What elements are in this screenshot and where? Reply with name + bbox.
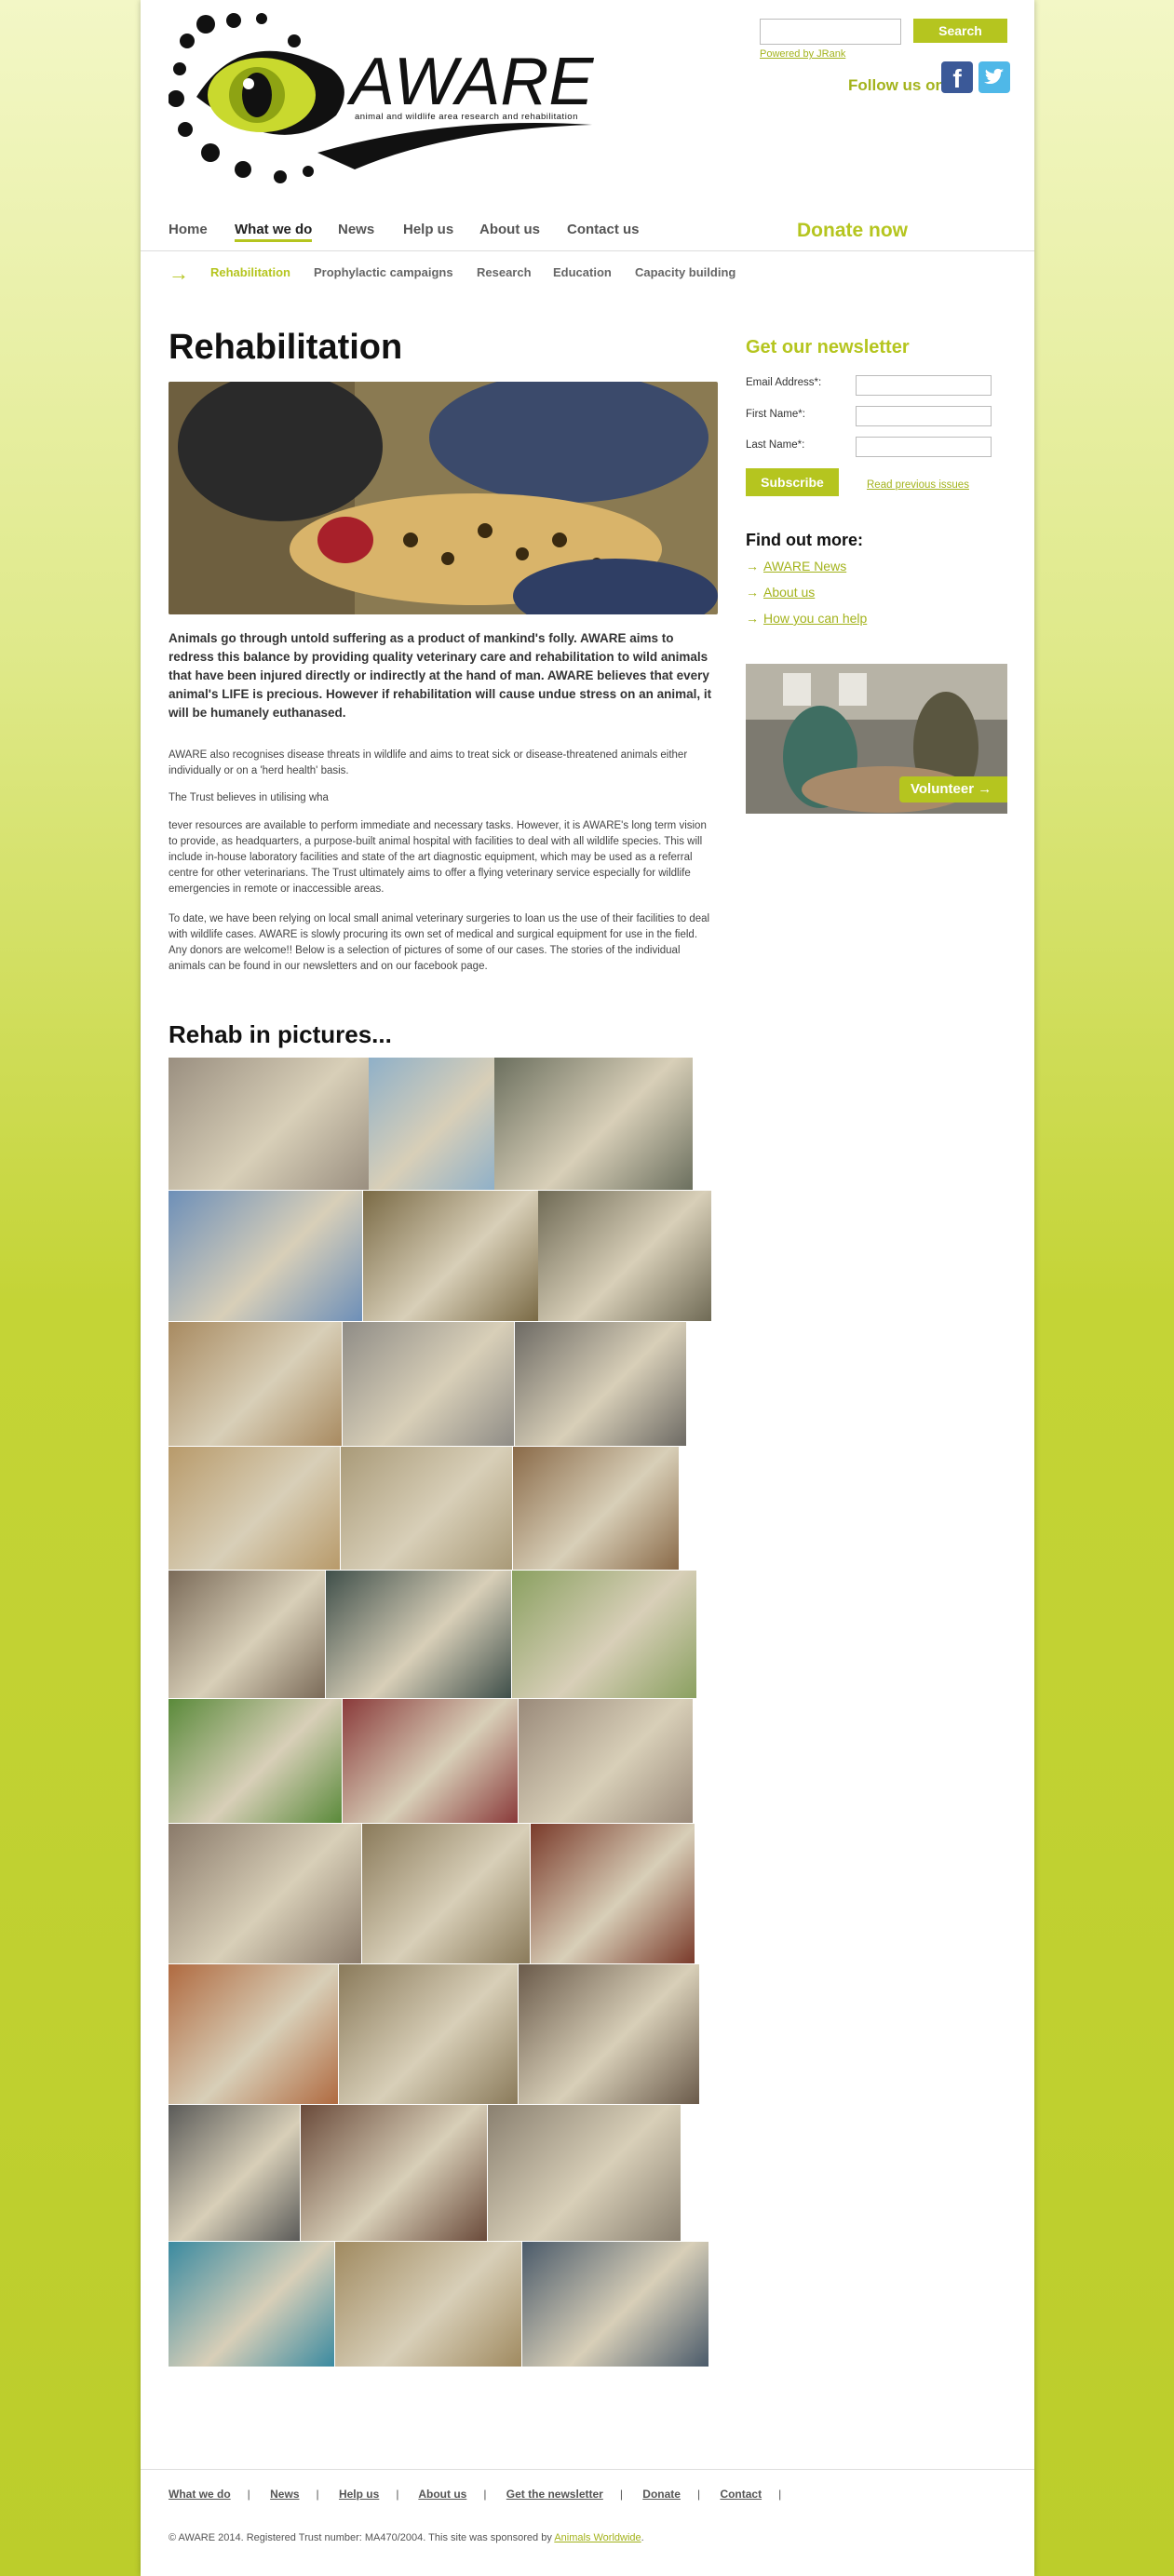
nav-about-us[interactable]: About us — [479, 222, 540, 237]
gallery-title: Rehab in pictures... — [169, 1020, 392, 1048]
nav-home[interactable]: Home — [169, 222, 208, 237]
gallery-photo[interactable] — [301, 2105, 487, 2241]
email-field[interactable] — [856, 375, 992, 396]
gallery-photo[interactable] — [335, 2242, 521, 2367]
body-paragraph-3: tever resources are available to perform… — [169, 820, 707, 895]
subnav-education[interactable]: Education — [553, 265, 612, 279]
find-out-more-title: Find out more: — [746, 531, 863, 549]
gallery-photo[interactable] — [369, 1058, 494, 1190]
link-aware-news[interactable]: → AWARE News — [746, 559, 846, 573]
arrow-right-icon: → — [746, 585, 759, 600]
gallery-photo[interactable] — [169, 1447, 340, 1570]
gallery-photo[interactable] — [515, 1322, 686, 1446]
subnav-rehabilitation[interactable]: Rehabilitation — [210, 265, 290, 279]
gallery-photo[interactable] — [488, 2105, 681, 2241]
gallery-photo[interactable] — [169, 1191, 362, 1321]
search-button[interactable]: Search — [913, 19, 1007, 43]
powered-by-link[interactable]: Powered by JRank — [760, 48, 845, 60]
gallery-photo[interactable] — [522, 2242, 708, 2367]
newsletter-title: Get our newsletter — [746, 337, 910, 357]
footer-link-what-we-do[interactable]: What we do — [169, 2488, 231, 2501]
email-label: Email Address*: — [746, 377, 822, 388]
gallery-photo[interactable] — [326, 1571, 511, 1698]
gallery-photo[interactable] — [339, 1964, 518, 2104]
read-previous-issues-link[interactable]: Read previous issues — [867, 479, 969, 491]
arrow-right-icon: → — [978, 781, 992, 797]
follow-us-label: Follow us on — [848, 76, 945, 94]
footer-divider — [141, 2469, 1034, 2470]
page: AWARE animal and wildlife area research … — [141, 0, 1034, 2576]
gallery-photo[interactable] — [531, 1824, 695, 1963]
gallery-photo[interactable] — [169, 1824, 361, 1963]
footer-link-donate[interactable]: Donate — [642, 2488, 681, 2501]
gallery-photo[interactable] — [169, 1058, 369, 1190]
arrow-right-icon: → — [746, 611, 759, 626]
lead-paragraph: Animals go through untold suffering as a… — [169, 631, 712, 720]
gallery-photo[interactable] — [169, 1699, 342, 1823]
facebook-icon[interactable]: f — [941, 61, 973, 93]
subnav-capacity-building[interactable]: Capacity building — [635, 265, 735, 279]
last-name-label: Last Name*: — [746, 439, 805, 451]
gallery-photo[interactable] — [169, 1322, 342, 1446]
gallery-photo[interactable] — [169, 1964, 338, 2104]
gallery-photo[interactable] — [494, 1058, 693, 1190]
nav-what-we-do[interactable]: What we do — [235, 222, 313, 242]
first-name-label: First Name*: — [746, 409, 805, 420]
sponsor-link[interactable]: Animals Worldwide — [554, 2532, 641, 2543]
gallery-photo[interactable] — [519, 1964, 699, 2104]
twitter-icon[interactable] — [978, 61, 1010, 93]
svg-text:animal and wildlife area resea: animal and wildlife area research and re… — [355, 112, 578, 122]
gallery-photo[interactable] — [169, 2105, 300, 2241]
body-paragraph-2: The Trust believes in utilising wha — [169, 792, 329, 803]
search-input[interactable] — [760, 19, 901, 45]
aware-logo[interactable]: AWARE animal and wildlife area research … — [169, 13, 597, 190]
page-title: Rehabilitation — [169, 328, 403, 367]
gallery-photo[interactable] — [362, 1824, 530, 1963]
gallery-photo[interactable] — [341, 1447, 512, 1570]
nav-divider — [141, 250, 1034, 251]
first-name-field[interactable] — [856, 406, 992, 426]
donate-now-link[interactable]: Donate now — [797, 220, 908, 242]
gallery-photo[interactable] — [169, 2242, 334, 2367]
subnav-research[interactable]: Research — [477, 265, 532, 279]
arrow-right-icon: → — [169, 262, 189, 285]
footer-nav: What we do | News | Help us | About us | Get… — [169, 2488, 782, 2501]
gallery-photo[interactable] — [513, 1447, 679, 1570]
footer-link-newsletter[interactable]: Get the newsletter — [506, 2488, 603, 2501]
nav-contact-us[interactable]: Contact us — [567, 222, 640, 237]
subscribe-button[interactable]: Subscribe — [746, 468, 839, 496]
arrow-right-icon: → — [746, 559, 759, 573]
gallery-photo[interactable] — [343, 1699, 518, 1823]
footer-link-news[interactable]: News — [270, 2488, 299, 2501]
hero-photo-cheetah — [169, 382, 718, 614]
gallery-photo[interactable] — [519, 1699, 693, 1823]
copyright-text: © AWARE 2014. Registered Trust number: M… — [169, 2532, 644, 2543]
gallery-photo[interactable] — [343, 1322, 514, 1446]
nav-help-us[interactable]: Help us — [403, 222, 453, 237]
twitter-bird-icon — [984, 68, 1005, 85]
gallery-photo[interactable] — [363, 1191, 538, 1321]
nav-news[interactable]: News — [338, 222, 374, 237]
svg-text:AWARE: AWARE — [346, 45, 594, 119]
link-about-us[interactable]: → About us — [746, 585, 815, 600]
footer-link-contact[interactable]: Contact — [720, 2488, 762, 2501]
subnav-prophylactic-campaigns[interactable]: Prophylactic campaigns — [314, 265, 453, 279]
footer-link-help-us[interactable]: Help us — [339, 2488, 379, 2501]
gallery-photo[interactable] — [538, 1191, 711, 1321]
volunteer-button[interactable]: Volunteer → — [899, 776, 1007, 802]
gallery-photo[interactable] — [512, 1571, 696, 1698]
gallery-photo[interactable] — [169, 1571, 325, 1698]
body-paragraph-1: AWARE also recognises disease threats in… — [169, 749, 688, 776]
footer-link-about-us[interactable]: About us — [418, 2488, 466, 2501]
link-how-you-can-help[interactable]: → How you can help — [746, 611, 867, 626]
last-name-field[interactable] — [856, 437, 992, 457]
body-paragraph-4: To date, we have been relying on local s… — [169, 913, 710, 972]
